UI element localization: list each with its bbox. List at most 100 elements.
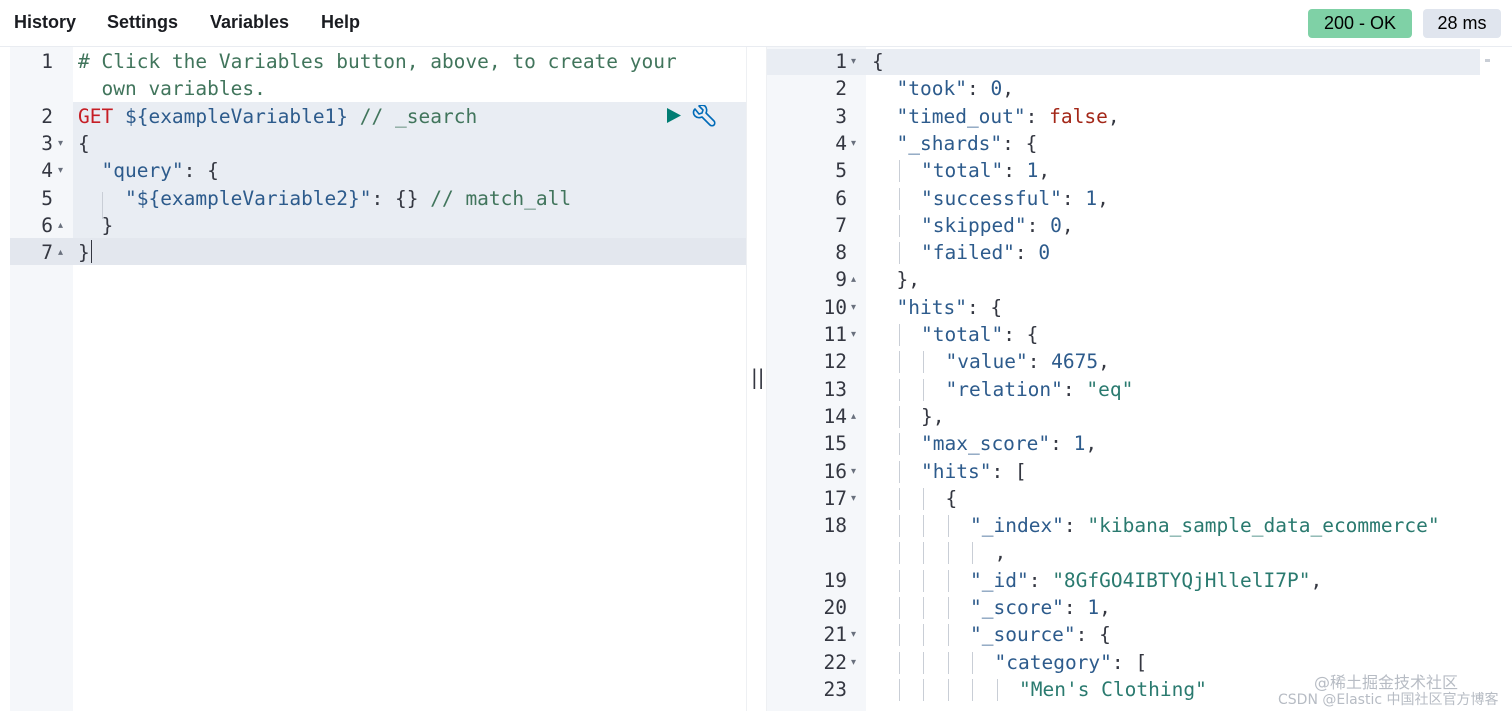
code-text[interactable]: "category": [ bbox=[995, 649, 1148, 676]
line-number: 11 bbox=[823, 323, 847, 346]
indent-guide bbox=[923, 487, 924, 510]
code-text[interactable]: own variables. bbox=[78, 75, 265, 102]
code-text[interactable]: , bbox=[995, 539, 1007, 566]
history-menu[interactable]: History bbox=[14, 12, 76, 33]
fold-close-icon[interactable]: ▴ bbox=[851, 403, 856, 430]
token-punc: : { bbox=[1002, 131, 1038, 155]
code-text[interactable]: "_index": "kibana_sample_data_ecommerce" bbox=[970, 512, 1440, 539]
fold-open-icon[interactable]: ▾ bbox=[851, 48, 856, 75]
token-punc: : bbox=[1061, 186, 1086, 210]
code-text[interactable]: "timed_out": false, bbox=[897, 103, 1120, 130]
fold-open-icon[interactable]: ▾ bbox=[851, 485, 856, 512]
line-number: 6 bbox=[41, 213, 53, 237]
code-text[interactable]: "total": 1, bbox=[921, 157, 1050, 184]
code-text[interactable]: "skipped": 0, bbox=[921, 212, 1074, 239]
indent-guide bbox=[923, 542, 924, 565]
fold-close-icon[interactable]: ▴ bbox=[58, 212, 63, 239]
code-text[interactable]: }, bbox=[921, 403, 944, 430]
request-editor[interactable]: 1 # Click the Variables button, above, to… bbox=[10, 47, 746, 711]
token-comment: // match_all bbox=[430, 186, 572, 210]
token-punc: : { bbox=[1003, 323, 1039, 346]
indent-guide bbox=[947, 678, 949, 701]
code-text[interactable]: "hits": { bbox=[897, 294, 1003, 321]
code-text[interactable]: "hits": [ bbox=[921, 458, 1027, 485]
line-number: 21 bbox=[823, 623, 847, 647]
wrench-icon[interactable] bbox=[690, 105, 716, 129]
fold-open-icon[interactable]: ▾ bbox=[851, 321, 856, 348]
indent-guide bbox=[923, 351, 924, 374]
code-line: 19 "_id": "8GfGO4IBTYQjHllelI7P", bbox=[767, 567, 1512, 594]
code-text[interactable]: "_source": { bbox=[970, 621, 1111, 648]
resizer-handle[interactable]: || bbox=[751, 365, 764, 389]
token-num: 0 bbox=[1038, 241, 1051, 265]
token-key: "_score" bbox=[970, 596, 1064, 619]
code-text[interactable]: "successful": 1, bbox=[921, 185, 1109, 212]
token-punc: : [ bbox=[991, 459, 1027, 483]
fold-close-icon[interactable]: ▴ bbox=[58, 239, 63, 266]
fold-open-icon[interactable]: ▾ bbox=[851, 458, 856, 485]
settings-menu[interactable]: Settings bbox=[107, 12, 178, 33]
code-text[interactable]: } bbox=[78, 212, 113, 239]
code-text[interactable]: }, bbox=[897, 266, 920, 293]
token-num: 0 bbox=[990, 77, 1003, 101]
line-number: 5 bbox=[41, 186, 53, 210]
code-text[interactable]: "_shards": { bbox=[897, 130, 1038, 157]
code-text[interactable]: { bbox=[872, 48, 884, 75]
fold-open-icon[interactable]: ▾ bbox=[58, 130, 63, 157]
token-punc: , bbox=[1310, 568, 1323, 592]
code-text[interactable]: } bbox=[78, 239, 90, 266]
token-key: "_index" bbox=[970, 514, 1064, 538]
fold-open-icon[interactable]: ▾ bbox=[851, 621, 856, 648]
indent-guide bbox=[947, 624, 949, 647]
code-text[interactable]: "max_score": 1, bbox=[921, 430, 1097, 457]
response-viewer[interactable]: 1 ▾{2 "took": 0, 3 "timed_out": false, 4 ▾ "_sh… bbox=[767, 47, 1512, 711]
variables-menu[interactable]: Variables bbox=[210, 12, 289, 33]
code-text[interactable]: "${exampleVariable2}": {} // match_all bbox=[78, 185, 571, 212]
token-punc: , bbox=[1038, 159, 1051, 183]
play-icon[interactable] bbox=[666, 107, 682, 124]
code-text[interactable]: "failed": 0 bbox=[921, 239, 1050, 266]
token-key: "_source" bbox=[970, 623, 1076, 647]
code-text[interactable]: "_id": "8GfGO4IBTYQjHllelI7P", bbox=[970, 567, 1322, 594]
code-text[interactable]: { bbox=[946, 485, 958, 512]
code-text[interactable]: "Men's Clothing" bbox=[1019, 676, 1207, 703]
line-number: 2 bbox=[835, 77, 847, 101]
indent-guide bbox=[898, 597, 900, 619]
indent-guide bbox=[923, 678, 924, 701]
token-punc: : bbox=[1025, 104, 1050, 128]
code-text[interactable]: GET ${exampleVariable1} // _search bbox=[78, 103, 477, 130]
code-text[interactable]: "total": { bbox=[921, 321, 1038, 348]
code-line: 1 ▾ { bbox=[767, 48, 1512, 75]
token-key: "${exampleVariable2}" bbox=[124, 186, 372, 210]
code-text[interactable]: "took": 0, bbox=[897, 75, 1014, 102]
fold-close-icon[interactable]: ▴ bbox=[851, 266, 856, 293]
fold-open-icon[interactable]: ▾ bbox=[851, 649, 856, 676]
indent-guide bbox=[996, 678, 998, 701]
line-number: 12 bbox=[823, 350, 847, 374]
help-menu[interactable]: Help bbox=[321, 12, 360, 33]
code-text[interactable]: { bbox=[78, 130, 90, 157]
indent-guide bbox=[898, 651, 900, 674]
line-number: 6 bbox=[835, 186, 847, 210]
code-text[interactable]: "value": 4675, bbox=[946, 348, 1110, 375]
code-text[interactable]: "relation": "eq" bbox=[946, 376, 1134, 403]
indent-guide bbox=[898, 187, 900, 210]
line-number: 20 bbox=[823, 596, 847, 619]
pane-resizer[interactable]: || bbox=[746, 47, 767, 711]
code-line: 3 ▾ { bbox=[10, 130, 746, 157]
code-line: 5 "total": 1, bbox=[767, 157, 1512, 184]
indent-guide bbox=[898, 405, 900, 428]
token-key: "took" bbox=[896, 77, 967, 101]
token-key: "failed" bbox=[921, 241, 1015, 265]
indent-guide bbox=[923, 378, 924, 401]
code-text[interactable]: "query": { bbox=[78, 157, 218, 184]
code-text[interactable]: # Click the Variables button, above, to … bbox=[78, 48, 677, 75]
fold-open-icon[interactable]: ▾ bbox=[851, 130, 856, 157]
top-menu-bar: History Settings Variables Help 200 - OK… bbox=[0, 0, 1512, 47]
fold-open-icon[interactable]: ▾ bbox=[58, 157, 63, 184]
token-punc: }, bbox=[896, 268, 920, 292]
token-num: 1 bbox=[1026, 159, 1039, 183]
fold-open-icon[interactable]: ▾ bbox=[851, 294, 856, 321]
code-text[interactable]: "_score": 1, bbox=[970, 594, 1111, 621]
token-punc: } bbox=[78, 241, 90, 265]
